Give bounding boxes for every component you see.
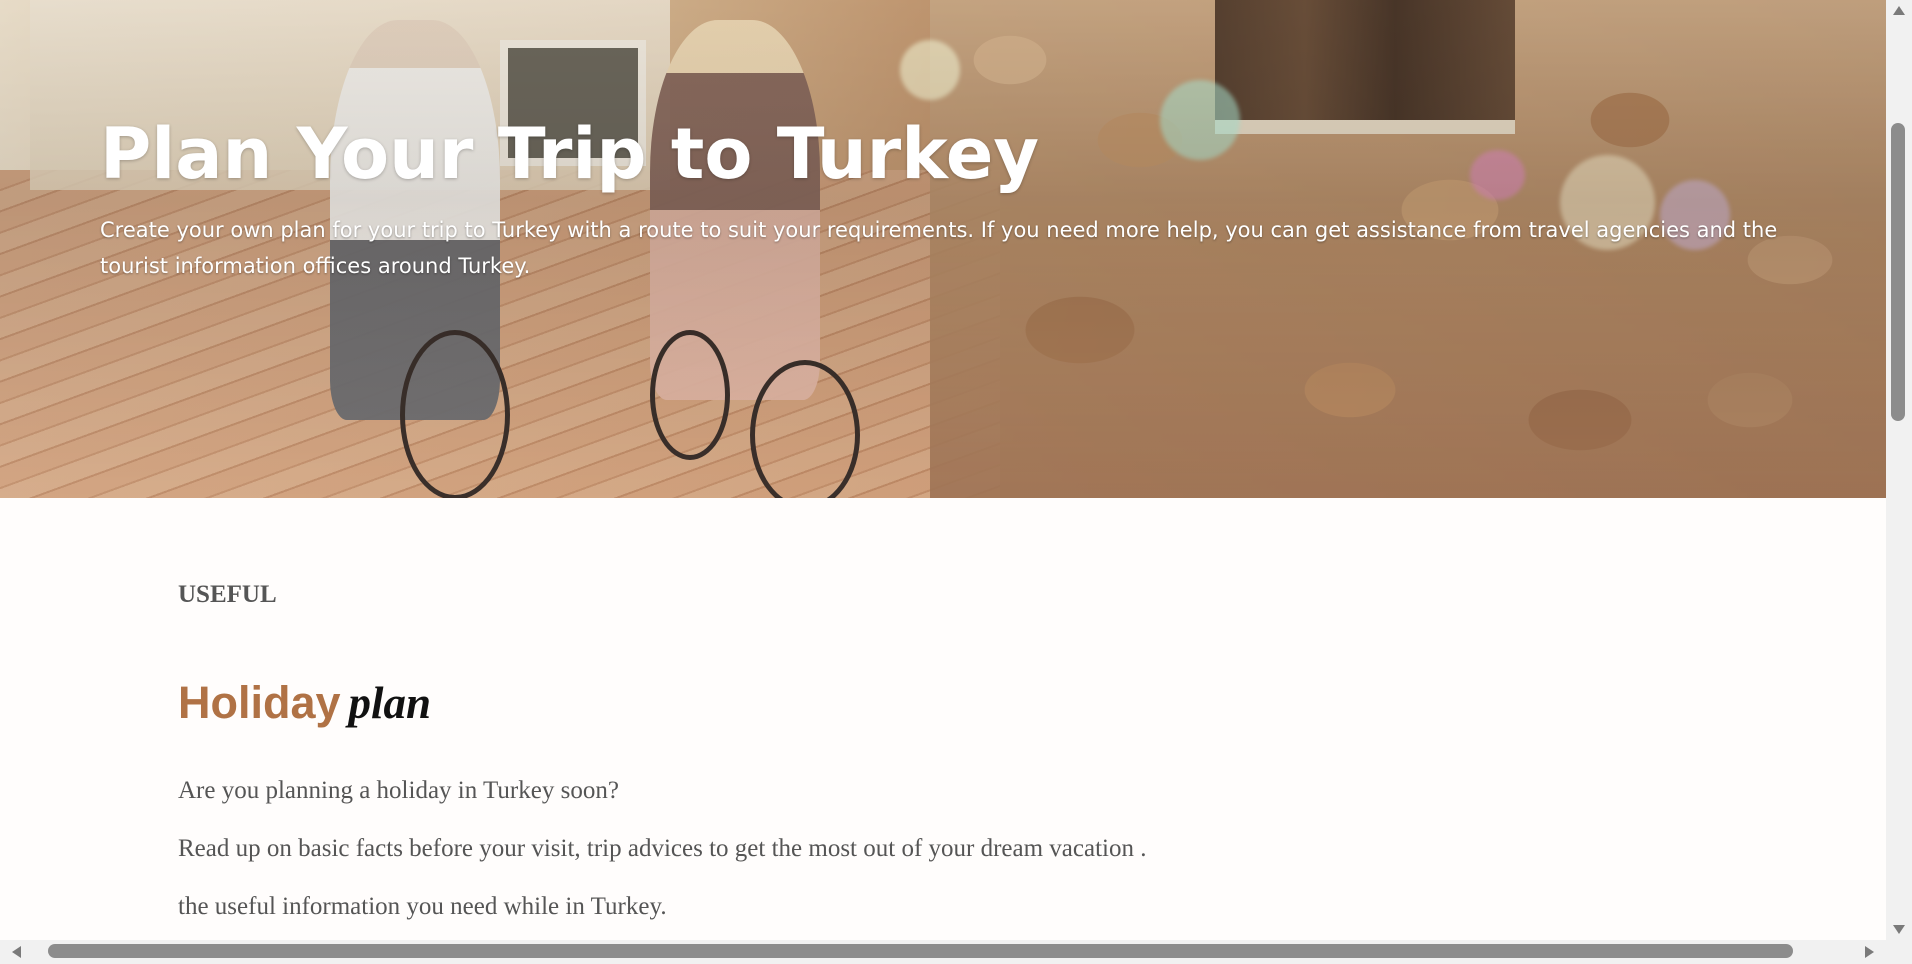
horizontal-scrollbar[interactable] (0, 940, 1886, 964)
paragraph: Are you planning a holiday in Turkey soo… (178, 777, 619, 804)
useful-section: USEFUL Holiday plan Are you planning a ho… (178, 580, 1678, 920)
hero-banner: Plan Your Trip to Turkey Create your own… (0, 0, 1886, 498)
section-heading-strong: Holiday (178, 677, 341, 728)
page-viewport: Plan Your Trip to Turkey Create your own… (0, 0, 1886, 940)
vertical-scrollbar[interactable] (1886, 0, 1912, 940)
section-heading-italic: plan (348, 678, 432, 728)
paragraph: the useful information you need while in… (178, 893, 667, 920)
triangle-left-icon[interactable] (12, 946, 21, 958)
horizontal-scrollbar-thumb[interactable] (48, 944, 1793, 958)
triangle-down-icon[interactable] (1893, 925, 1905, 934)
hero-subtitle: Create your own plan for your trip to Tu… (100, 218, 1778, 278)
paragraph: Read up on basic facts before your visit… (178, 835, 1147, 862)
vertical-scrollbar-thumb[interactable] (1891, 123, 1905, 421)
triangle-up-icon[interactable] (1893, 6, 1905, 15)
scrollbar-corner (1886, 940, 1912, 964)
triangle-right-icon[interactable] (1865, 946, 1874, 958)
hero-title: Plan Your Trip to Turkey (100, 113, 1039, 195)
section-heading: Holiday plan (178, 676, 431, 738)
section-eyebrow: USEFUL (178, 581, 277, 608)
